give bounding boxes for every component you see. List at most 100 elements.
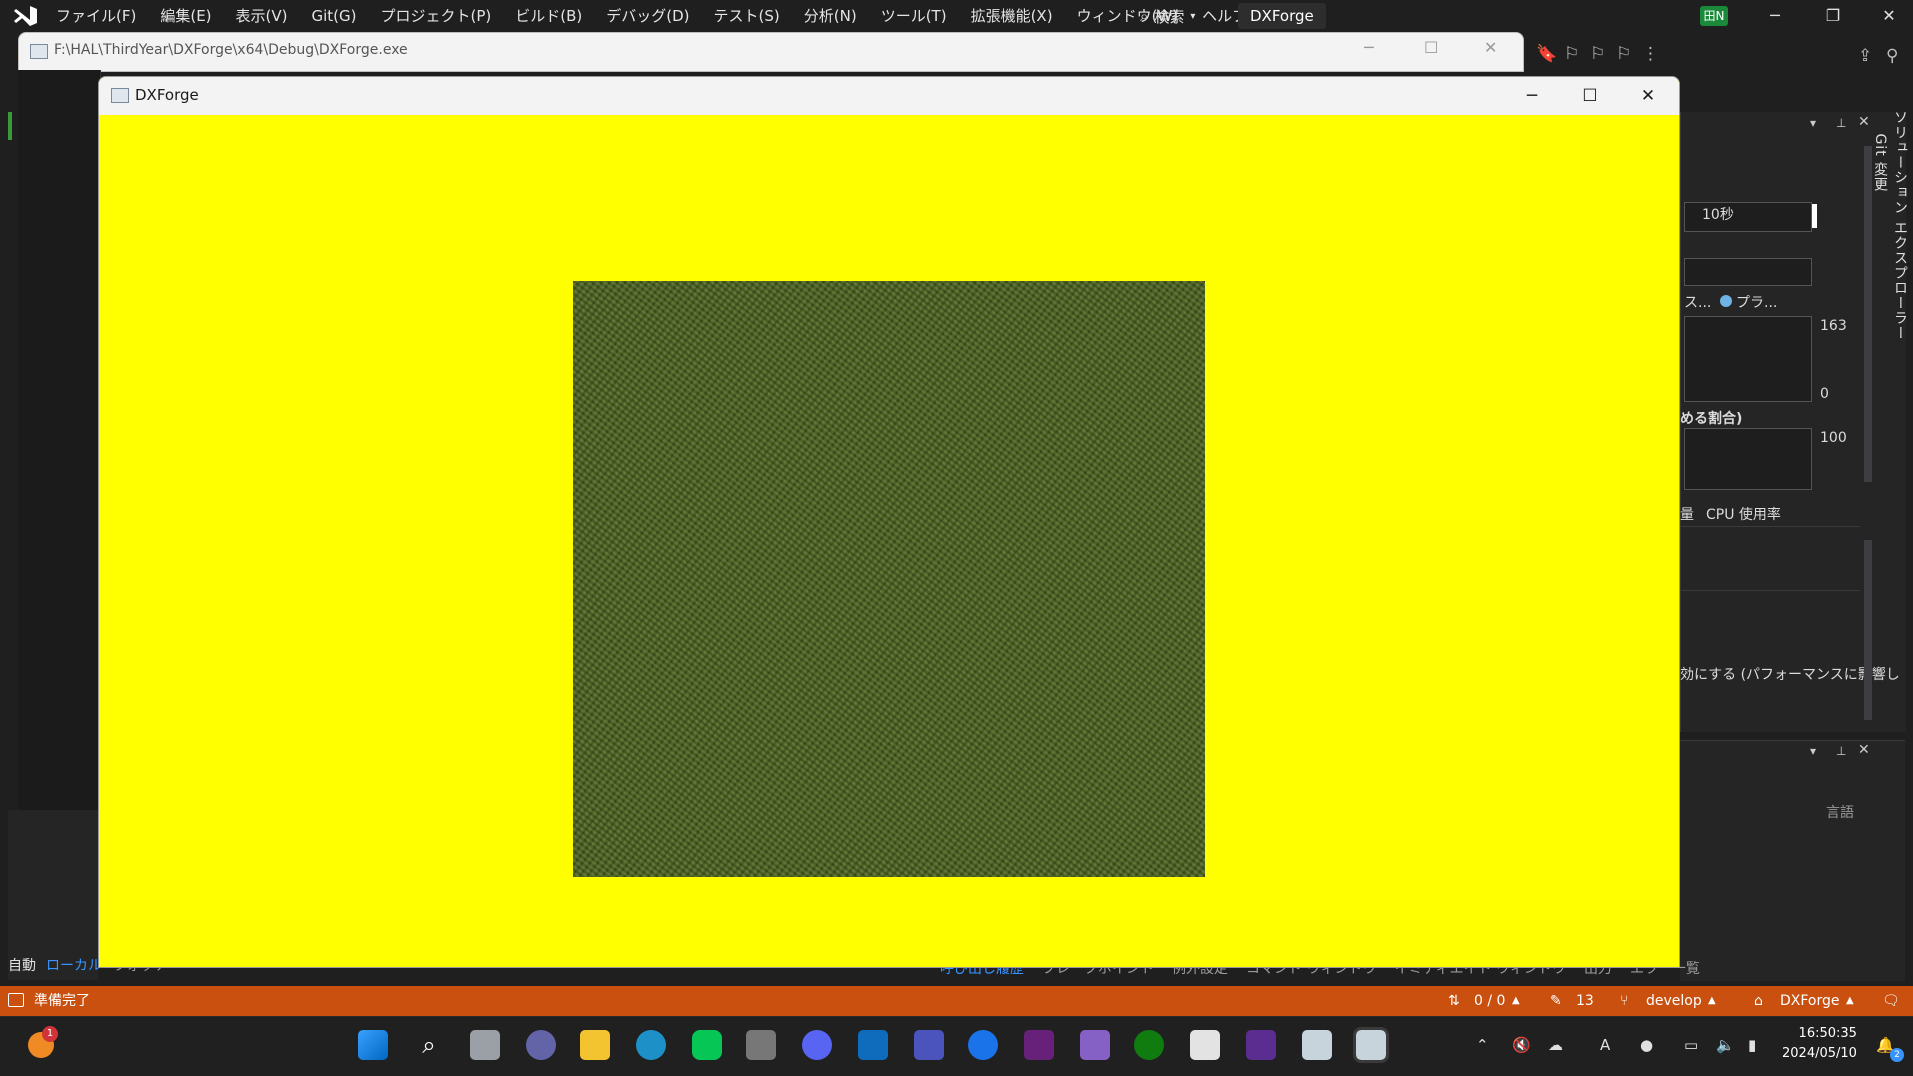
dxforge-minimize-button[interactable]: ─ bbox=[1503, 77, 1561, 115]
dxforge-app-icon bbox=[111, 88, 129, 103]
repo-name[interactable]: DXForge bbox=[1780, 986, 1840, 1016]
output-panel bbox=[1680, 740, 1905, 981]
tab-cpu-usage[interactable]: CPU 使用率 bbox=[1706, 504, 1781, 524]
maps-icon[interactable] bbox=[968, 1030, 998, 1060]
battery-icon[interactable]: ▮ bbox=[1748, 1036, 1756, 1054]
visual-studio-2-icon[interactable] bbox=[1246, 1030, 1276, 1060]
console-minimize-button[interactable]: ─ bbox=[1364, 38, 1374, 57]
chevron-up-icon: ▲ bbox=[1708, 995, 1716, 1006]
ime-indicator[interactable]: 田N bbox=[1700, 6, 1728, 26]
vs-maximize-button[interactable]: ❐ bbox=[1810, 0, 1856, 32]
settings-scrollbar[interactable] bbox=[1864, 540, 1872, 720]
edge-icon[interactable] bbox=[636, 1030, 666, 1060]
visual-studio-logo-icon[interactable] bbox=[12, 5, 40, 27]
tray-overflow-icon[interactable]: ⌃ bbox=[1476, 1036, 1489, 1054]
tab-autos[interactable]: 自動 bbox=[8, 955, 36, 977]
divider bbox=[1680, 590, 1860, 591]
menu-debug[interactable]: デバッグ(D) bbox=[594, 0, 701, 32]
divider bbox=[1680, 526, 1860, 527]
solution-explorer-tab[interactable]: ソリューション エクスプローラー Git 変更 bbox=[1872, 110, 1910, 360]
onedrive-icon[interactable]: ☁ bbox=[1548, 1036, 1563, 1054]
menu-analyze[interactable]: 分析(N) bbox=[792, 0, 869, 32]
dxforge-taskbar-icon[interactable] bbox=[1353, 1027, 1389, 1063]
menu-project[interactable]: プロジェクト(P) bbox=[369, 0, 504, 32]
task-view-icon[interactable] bbox=[470, 1030, 500, 1060]
status-bar: 準備完了 ⇅ 0 / 0 ▲ ✎ 13 ⑂ develop ▲ ⌂ DXForg… bbox=[0, 986, 1913, 1016]
bookmark-clear-icon[interactable]: ⚐ bbox=[1616, 44, 1631, 64]
chevron-up-icon: ▲ bbox=[1512, 995, 1520, 1006]
notifications-icon[interactable]: 🗨 bbox=[1882, 986, 1900, 1016]
line-icon[interactable] bbox=[692, 1030, 722, 1060]
search-box[interactable]: ⌕ 検索 ▾ bbox=[1140, 4, 1195, 28]
menu-view[interactable]: 表示(V) bbox=[224, 0, 300, 32]
vs-close-button[interactable]: ✕ bbox=[1866, 0, 1912, 32]
account-icon[interactable]: ⚲ bbox=[1886, 46, 1898, 66]
console-close-button[interactable]: ✕ bbox=[1484, 38, 1497, 57]
git-changes-label: Git 変更 bbox=[1872, 133, 1888, 193]
menu-tools[interactable]: ツール(T) bbox=[869, 0, 959, 32]
pending-changes-count[interactable]: 13 bbox=[1576, 986, 1594, 1016]
branch-name[interactable]: develop bbox=[1646, 986, 1702, 1016]
teams-chat-icon[interactable] bbox=[526, 1030, 556, 1060]
bookmark-prev-icon[interactable]: ⚐ bbox=[1564, 44, 1579, 64]
teams-icon[interactable] bbox=[914, 1030, 944, 1060]
menu-build[interactable]: ビルド(B) bbox=[503, 0, 594, 32]
panel-close-icon[interactable]: ✕ bbox=[1858, 114, 1870, 130]
console-maximize-button[interactable]: ☐ bbox=[1424, 38, 1438, 57]
bookmark-next-icon[interactable]: ⚐ bbox=[1590, 44, 1605, 64]
menu-extensions[interactable]: 拡張機能(X) bbox=[959, 0, 1065, 32]
menu-edit[interactable]: 編集(E) bbox=[148, 0, 223, 32]
tab-locals[interactable]: ローカル bbox=[46, 955, 102, 977]
start-icon[interactable] bbox=[358, 1030, 388, 1060]
menu-file[interactable]: ファイル(F) bbox=[44, 0, 148, 32]
panel-dropdown-icon[interactable]: ▾ bbox=[1810, 744, 1816, 758]
visual-studio-icon[interactable] bbox=[1024, 1030, 1054, 1060]
volume-mute-icon[interactable]: 🔈 bbox=[1716, 1036, 1735, 1054]
vs-minimize-button[interactable]: ─ bbox=[1752, 0, 1798, 32]
clock-time: 16:50:35 bbox=[1798, 1026, 1857, 1041]
console-app-icon bbox=[30, 44, 48, 59]
xbox-icon[interactable] bbox=[1134, 1030, 1164, 1060]
bookmark-icon[interactable]: 🔖 bbox=[1536, 44, 1557, 64]
sync-arrows-icon: ⇅ bbox=[1448, 993, 1460, 1009]
grass-texture-quad bbox=[573, 281, 1205, 877]
editor-margin-indicator bbox=[8, 112, 12, 140]
chevron-up-icon: ▲ bbox=[1846, 995, 1854, 1006]
system-clock[interactable]: 16:50:35 2024/05/10 bbox=[1782, 1024, 1857, 1064]
menu-git[interactable]: Git(G) bbox=[300, 0, 369, 32]
pin-icon[interactable]: ⊥ bbox=[1836, 744, 1846, 758]
panel-dropdown-icon[interactable]: ▾ bbox=[1810, 116, 1816, 130]
display-icon[interactable]: ▭ bbox=[1684, 1036, 1698, 1054]
menu-test[interactable]: テスト(S) bbox=[702, 0, 792, 32]
cpu-max-value: 100 bbox=[1820, 430, 1847, 446]
dxforge-maximize-button[interactable]: ☐ bbox=[1561, 77, 1619, 115]
tab-memory-usage[interactable]: 量 bbox=[1680, 504, 1694, 524]
dxforge-close-button[interactable]: ✕ bbox=[1619, 77, 1677, 115]
share-icon[interactable]: ⇪ bbox=[1858, 46, 1872, 66]
ime-mode[interactable]: A bbox=[1600, 1036, 1610, 1054]
diagnostics-scrollbar[interactable] bbox=[1864, 146, 1872, 482]
mute-icon[interactable]: 🔇 bbox=[1512, 1036, 1531, 1054]
toolbar-overflow-icon[interactable]: ⋮ bbox=[1642, 44, 1659, 64]
security-icon[interactable]: ● bbox=[1640, 1036, 1653, 1054]
paint-icon[interactable] bbox=[1190, 1030, 1220, 1060]
language-column-header: 言語 bbox=[1826, 805, 1854, 821]
dxforge-window[interactable]: DXForge ─ ☐ ✕ bbox=[98, 76, 1680, 968]
discord-icon[interactable] bbox=[802, 1030, 832, 1060]
outlook-icon[interactable] bbox=[858, 1030, 888, 1060]
calculator-icon[interactable] bbox=[746, 1030, 776, 1060]
file-explorer-icon[interactable] bbox=[580, 1030, 610, 1060]
sync-count[interactable]: 0 / 0 bbox=[1474, 986, 1505, 1016]
timeline-cursor[interactable] bbox=[1812, 204, 1817, 228]
panel-close-icon[interactable]: ✕ bbox=[1858, 742, 1870, 758]
dxforge-titlebar[interactable]: DXForge ─ ☐ ✕ bbox=[99, 77, 1679, 115]
copilot-icon[interactable] bbox=[1080, 1030, 1110, 1060]
pin-icon[interactable]: ⊥ bbox=[1836, 116, 1846, 130]
search-icon[interactable]: ⌕ bbox=[414, 1030, 444, 1060]
search-icon: ⌕ bbox=[1140, 7, 1149, 25]
console-app-taskbar-icon[interactable] bbox=[1302, 1030, 1332, 1060]
editor-background bbox=[18, 70, 101, 822]
memory-max-value: 163 bbox=[1820, 318, 1847, 334]
dxforge-window-title: DXForge bbox=[135, 86, 199, 104]
solution-name-badge: DXForge bbox=[1238, 3, 1326, 29]
